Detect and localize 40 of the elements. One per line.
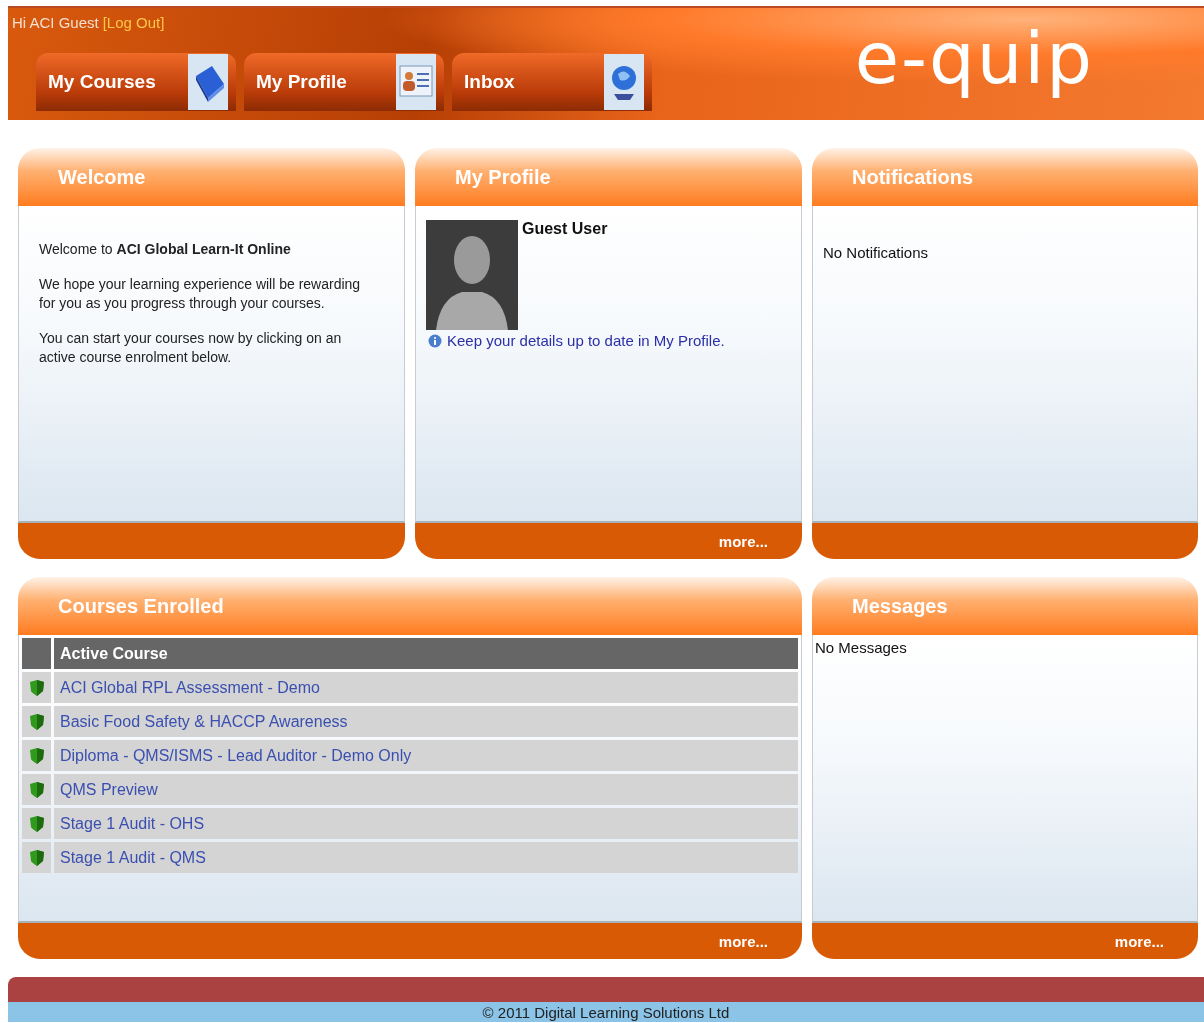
more-link[interactable]: more... [718,532,768,550]
shield-icon [28,848,45,867]
welcome-text: Welcome to ACI Global Learn-It Online [39,240,292,259]
course-link[interactable]: Basic Food Safety & HACCP Awareness [54,706,798,737]
panel-title: Courses Enrolled [58,594,224,618]
shield-icon [28,780,45,799]
messages-text: No Messages [814,638,908,658]
more-link[interactable]: more... [718,932,768,950]
table-header-cell [22,638,51,669]
course-link[interactable]: Stage 1 Audit - QMS [54,842,798,873]
panel-title: Notifications [852,165,974,189]
profile-link[interactable]: Keep your details up to date in My Profile. [428,332,801,349]
panel-title: Messages [852,594,948,618]
shield-icon [28,678,45,697]
welcome-text: We hope your learning experience will be rewarding for you as you progress through your courses. [39,274,362,313]
book-icon [188,54,228,110]
more-link[interactable]: more... [1114,932,1164,950]
course-link[interactable]: QMS Preview [54,774,798,805]
logo: e-quip [854,22,1094,102]
greeting-text: Hi ACI Guest [12,14,99,31]
notifications-text: No Notifications [822,243,930,263]
shield-icon [28,746,45,765]
course-link[interactable]: Stage 1 Audit - OHS [54,808,798,839]
globe-icon [604,54,644,110]
course-link[interactable]: ACI Global RPL Assessment - Demo [54,672,798,703]
panel-title: My Profile [455,165,551,189]
shield-icon [28,814,45,833]
logout-link[interactable]: [Log Out] [102,14,165,31]
welcome-text: You can start your courses now by clicking on an active course enrolment below. [39,328,343,367]
shield-icon [28,712,45,731]
column-header: Active Course [54,638,798,669]
contact-card-icon [396,54,436,110]
info-icon [428,333,442,348]
profile-name: Guest User [522,220,608,239]
nav-tab[interactable]: My Courses [36,53,236,111]
copyright-text: © 2011 Digital Learning Solutions Ltd [482,1004,730,1022]
nav-tab[interactable]: My Profile [244,53,444,111]
nav-tab[interactable]: Inbox [452,53,652,111]
course-link[interactable]: Diploma - QMS/ISMS - Lead Auditor - Demo Only [54,740,798,771]
panel-title: Welcome [58,165,146,189]
